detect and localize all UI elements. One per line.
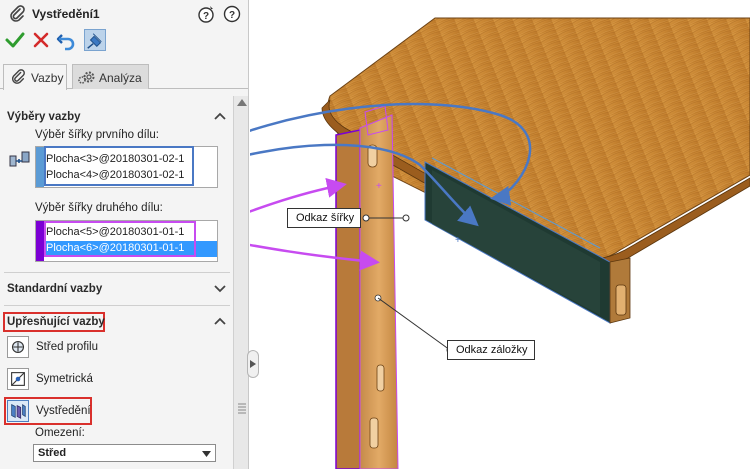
leader-endpoint (362, 214, 370, 222)
section-advanced-mates[interactable]: Upřesňující vazby (0, 309, 233, 335)
selection-color-stripe (36, 147, 44, 187)
option-symmetric[interactable]: Symetrická (7, 368, 217, 392)
tab-mates-label: Vazby (31, 71, 64, 85)
constraint-select-value: Střed (38, 447, 67, 459)
scroll-up-icon[interactable] (237, 99, 247, 106)
feature-title: Vystředění1 (32, 7, 100, 21)
option-profile-center[interactable]: Střed profilu (7, 336, 217, 360)
chevron-down-icon[interactable] (214, 283, 226, 293)
undo-icon[interactable] (55, 29, 77, 51)
paperclip-icon (10, 5, 25, 22)
scroll-grip-icon[interactable] (237, 401, 247, 415)
callout-width-reference[interactable]: Odkaz šířky (287, 208, 362, 228)
property-manager: Vystředění1 ? ? Vazby Analýza Výběry vaz… (0, 0, 249, 469)
title-bar: Vystředění1 ? ? (0, 0, 248, 28)
chevron-up-icon[interactable] (214, 316, 226, 326)
svg-text:+: + (376, 181, 382, 192)
tab-analysis-label: Analýza (99, 71, 142, 85)
option-label: Symetrická (36, 373, 93, 385)
panel-scrollbar[interactable] (233, 96, 248, 469)
chevron-up-icon[interactable] (214, 111, 226, 121)
list-item[interactable]: Plocha<5>@20180301-01-1 (46, 226, 184, 238)
command-row (0, 29, 248, 55)
pushpin-icon[interactable] (84, 29, 106, 51)
symmetric-icon (7, 368, 29, 390)
close-icon[interactable] (30, 29, 52, 51)
second-width-label: Výběr šířky druhého dílu: (35, 202, 163, 214)
svg-text:?: ? (203, 11, 209, 22)
first-width-list[interactable]: Plocha<3>@20180301-02-1 Plocha<4>@201803… (35, 146, 218, 188)
help-icon[interactable]: ? (198, 5, 216, 23)
paperclip-icon (11, 69, 25, 84)
svg-text:?: ? (229, 10, 235, 21)
gears-icon (78, 71, 95, 84)
dropdown-arrow-icon (202, 451, 211, 457)
tab-analysis[interactable]: Analýza (72, 64, 149, 89)
profile-center-icon (7, 336, 29, 358)
width-selection-icon (9, 151, 30, 167)
option-label: Střed profilu (36, 341, 99, 353)
option-width-mate[interactable]: Vystředění (4, 397, 217, 425)
graphics-area[interactable]: + + Odkaz šířky Odkaz záložky (250, 0, 750, 469)
check-icon[interactable] (4, 29, 26, 51)
section-mate-selections[interactable]: Výběry vazby (0, 104, 233, 130)
width-mate-icon (7, 400, 29, 422)
list-item[interactable]: Plocha<4>@20180301-02-1 (46, 169, 184, 181)
list-item-selected[interactable]: Plocha<6>@20180301-01-1 (46, 242, 184, 254)
model-view[interactable]: + + (250, 0, 750, 469)
constraint-label: Omezení: (35, 427, 85, 439)
selection-color-stripe (36, 221, 44, 261)
svg-text:+: + (455, 235, 461, 246)
constraint-select[interactable]: Střed (33, 444, 216, 462)
section-title: Upřesňující vazby (7, 316, 105, 328)
section-title: Výběry vazby (7, 111, 81, 123)
first-width-label: Výběr šířky prvního dílu: (35, 129, 159, 141)
option-label: Vystředění (36, 405, 91, 417)
question-icon[interactable]: ? (223, 5, 241, 23)
tab-mates[interactable]: Vazby (3, 64, 67, 90)
leader-endpoint (402, 214, 410, 222)
section-standard-mates[interactable]: Standardní vazby (0, 276, 233, 302)
list-item[interactable]: Plocha<3>@20180301-02-1 (46, 153, 184, 165)
tab-strip: Vazby Analýza (0, 63, 248, 90)
section-divider (4, 272, 230, 273)
second-width-list[interactable]: Plocha<5>@20180301-01-1 Plocha<6>@201803… (35, 220, 218, 262)
section-divider (4, 305, 230, 306)
callout-tab-reference[interactable]: Odkaz záložky (447, 340, 535, 360)
table-leg[interactable]: + (335, 105, 399, 469)
section-title: Standardní vazby (7, 283, 103, 295)
